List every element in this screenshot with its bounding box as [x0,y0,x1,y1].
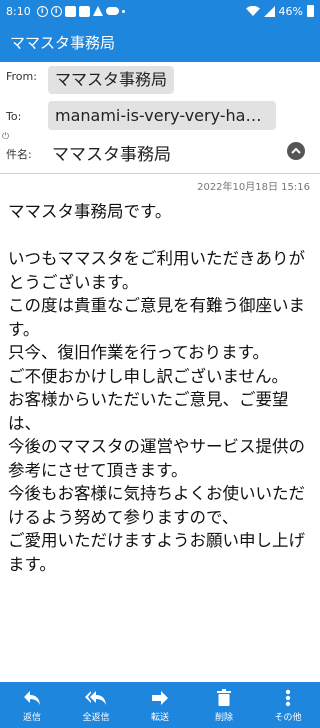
delete-label: 削除 [214,712,233,723]
forward-label: 転送 [150,712,169,723]
trash-icon [217,689,231,706]
reply-all-label: 全返信 [82,712,110,723]
body-paragraph: 今後もお客様に気持ちよくお使いいただけるよう努めて参りますので、 [8,484,305,527]
reply-label: 返信 [22,712,41,723]
power-icon: ⏻ [2,132,10,142]
to-chip[interactable]: manami-is-very-very-hap… [48,101,276,130]
body-paragraph [8,224,314,248]
battery-icon [307,5,314,17]
forward-arrow-icon [152,690,168,705]
subject-label: 件名: [6,148,32,161]
shield-icon [64,5,76,17]
status-bar-right: 46% [245,4,314,18]
header-divider [0,173,320,174]
app-bar: ママスタ事務局 [0,22,320,62]
signal-icon [263,5,275,17]
from-label: From: [6,70,37,83]
notification-icon: i [36,5,48,17]
body-paragraph: ご不便おかけし申し訳ございません。 [8,366,289,386]
status-bar-left: 8:10 i i [6,5,125,18]
body-paragraph: 只今、復旧作業を行っております。 [8,343,270,362]
reply-button[interactable]: 返信 [2,688,62,723]
notification-icon: i [50,5,62,17]
warning-icon [92,6,103,16]
mail-body: ママスタ事務局です。 いつもママスタをご利用いただきありがとうございます。 この… [8,200,314,576]
body-paragraph: ママスタ事務局です。 [8,202,172,221]
more-button[interactable]: その他 [258,688,318,723]
cloud-icon [105,7,119,15]
reply-all-icon [85,690,106,705]
forward-button[interactable]: 転送 [130,688,190,723]
wifi-icon [245,6,260,16]
battery-level: 46% [278,4,303,18]
more-vertical-icon [285,689,291,706]
from-chip[interactable]: ママスタ事務局 [48,66,175,94]
body-paragraph: ご愛用いただけますようお願い申し上げます。 [8,531,305,574]
body-paragraph: いつもママスタをご利用いただきありがとうございます。 [8,249,305,292]
reply-all-button[interactable]: 全返信 [66,688,126,723]
status-time: 8:10 [6,4,31,18]
app-icon [78,5,90,17]
body-paragraph: お客様からいただいたご意見、ご要望は、 [8,390,289,433]
delete-button[interactable]: 削除 [194,688,254,723]
mail-header: From: ママスタ事務局 To: manami-is-very-very-ha… [0,62,320,172]
to-label: To: [6,110,22,123]
mail-date: 2022年10月18日 15:16 [197,182,310,193]
body-paragraph: 今後のママスタの運営やサービス提供の参考にさせて頂きます。 [8,437,305,480]
status-bar: 8:10 i i 46% [0,0,320,22]
more-label: その他 [274,712,302,723]
bottom-toolbar: 返信 全返信 転送 削除 その他 [0,682,320,728]
reply-icon [24,690,40,705]
body-paragraph: この度は貴重なご意見を有難う御座います。 [8,296,305,339]
chevron-up-icon [291,147,301,154]
subject-text: ママスタ事務局 [52,145,171,165]
app-bar-title: ママスタ事務局 [10,34,116,52]
more-notifications-icon [121,9,125,13]
collapse-header-button[interactable] [287,142,305,160]
